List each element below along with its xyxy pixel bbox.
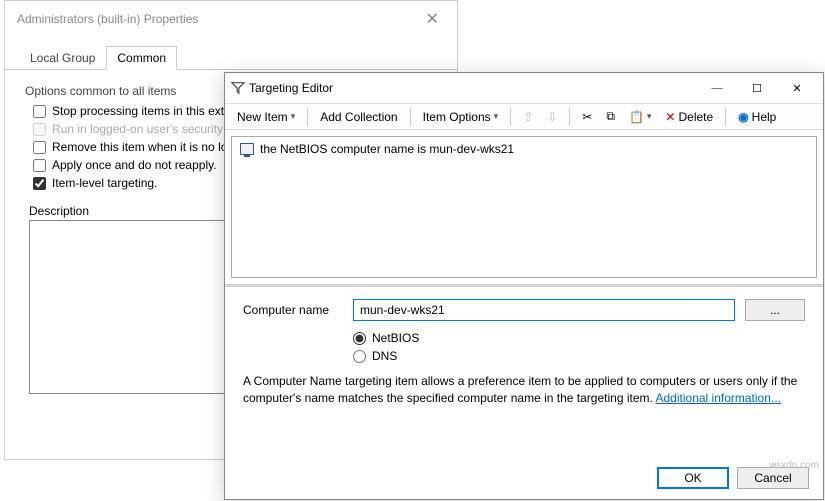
targeting-editor-dialog: Targeting Editor — ☐ ✕ New Item▾ Add Col… xyxy=(224,72,824,500)
delete-button[interactable]: ✕Delete xyxy=(659,108,719,126)
maximize-icon[interactable]: ☐ xyxy=(737,77,777,99)
help-text: A Computer Name targeting item allows a … xyxy=(243,373,805,407)
move-down-icon: ⇩ xyxy=(541,108,563,126)
item-options-button[interactable]: Item Options▾ xyxy=(417,108,505,126)
computer-name-label: Computer name xyxy=(243,303,343,317)
computer-name-input[interactable] xyxy=(353,299,735,321)
splitter[interactable] xyxy=(225,284,823,287)
cut-icon[interactable]: ✂ xyxy=(576,108,598,126)
ok-button[interactable]: OK xyxy=(657,467,729,489)
targeting-list[interactable]: the NetBIOS computer name is mun-dev-wks… xyxy=(231,136,817,278)
new-item-button[interactable]: New Item▾ xyxy=(231,108,301,126)
paste-icon: 📋▾ xyxy=(623,108,657,126)
tab-strip: Local Group Common xyxy=(5,45,457,70)
list-item-text: the NetBIOS computer name is mun-dev-wks… xyxy=(260,142,514,156)
list-item[interactable]: the NetBIOS computer name is mun-dev-wks… xyxy=(238,141,810,157)
help-button[interactable]: ◉Help xyxy=(732,108,782,126)
move-up-icon: ⇧ xyxy=(517,108,539,126)
add-collection-button[interactable]: Add Collection xyxy=(314,108,403,126)
minimize-icon[interactable]: — xyxy=(697,77,737,99)
dialog-title: Administrators (built-in) Properties xyxy=(17,12,198,26)
radio-dns[interactable]: DNS xyxy=(353,349,805,363)
browse-button[interactable]: ... xyxy=(745,299,805,321)
additional-info-link[interactable]: Additional information... xyxy=(656,391,781,405)
close-icon[interactable]: ✕ xyxy=(420,9,445,29)
radio-netbios[interactable]: NetBIOS xyxy=(353,331,805,345)
copy-icon[interactable]: ⧉ xyxy=(600,107,621,126)
computer-icon xyxy=(240,143,254,155)
tab-local-group[interactable]: Local Group xyxy=(19,46,106,70)
toolbar: New Item▾ Add Collection Item Options▾ ⇧… xyxy=(225,103,823,130)
tab-common[interactable]: Common xyxy=(106,46,177,70)
dialog-title: Targeting Editor xyxy=(245,81,697,95)
watermark: wsxdn.com xyxy=(769,460,819,471)
funnel-icon xyxy=(231,81,245,95)
close-icon[interactable]: ✕ xyxy=(777,77,817,99)
